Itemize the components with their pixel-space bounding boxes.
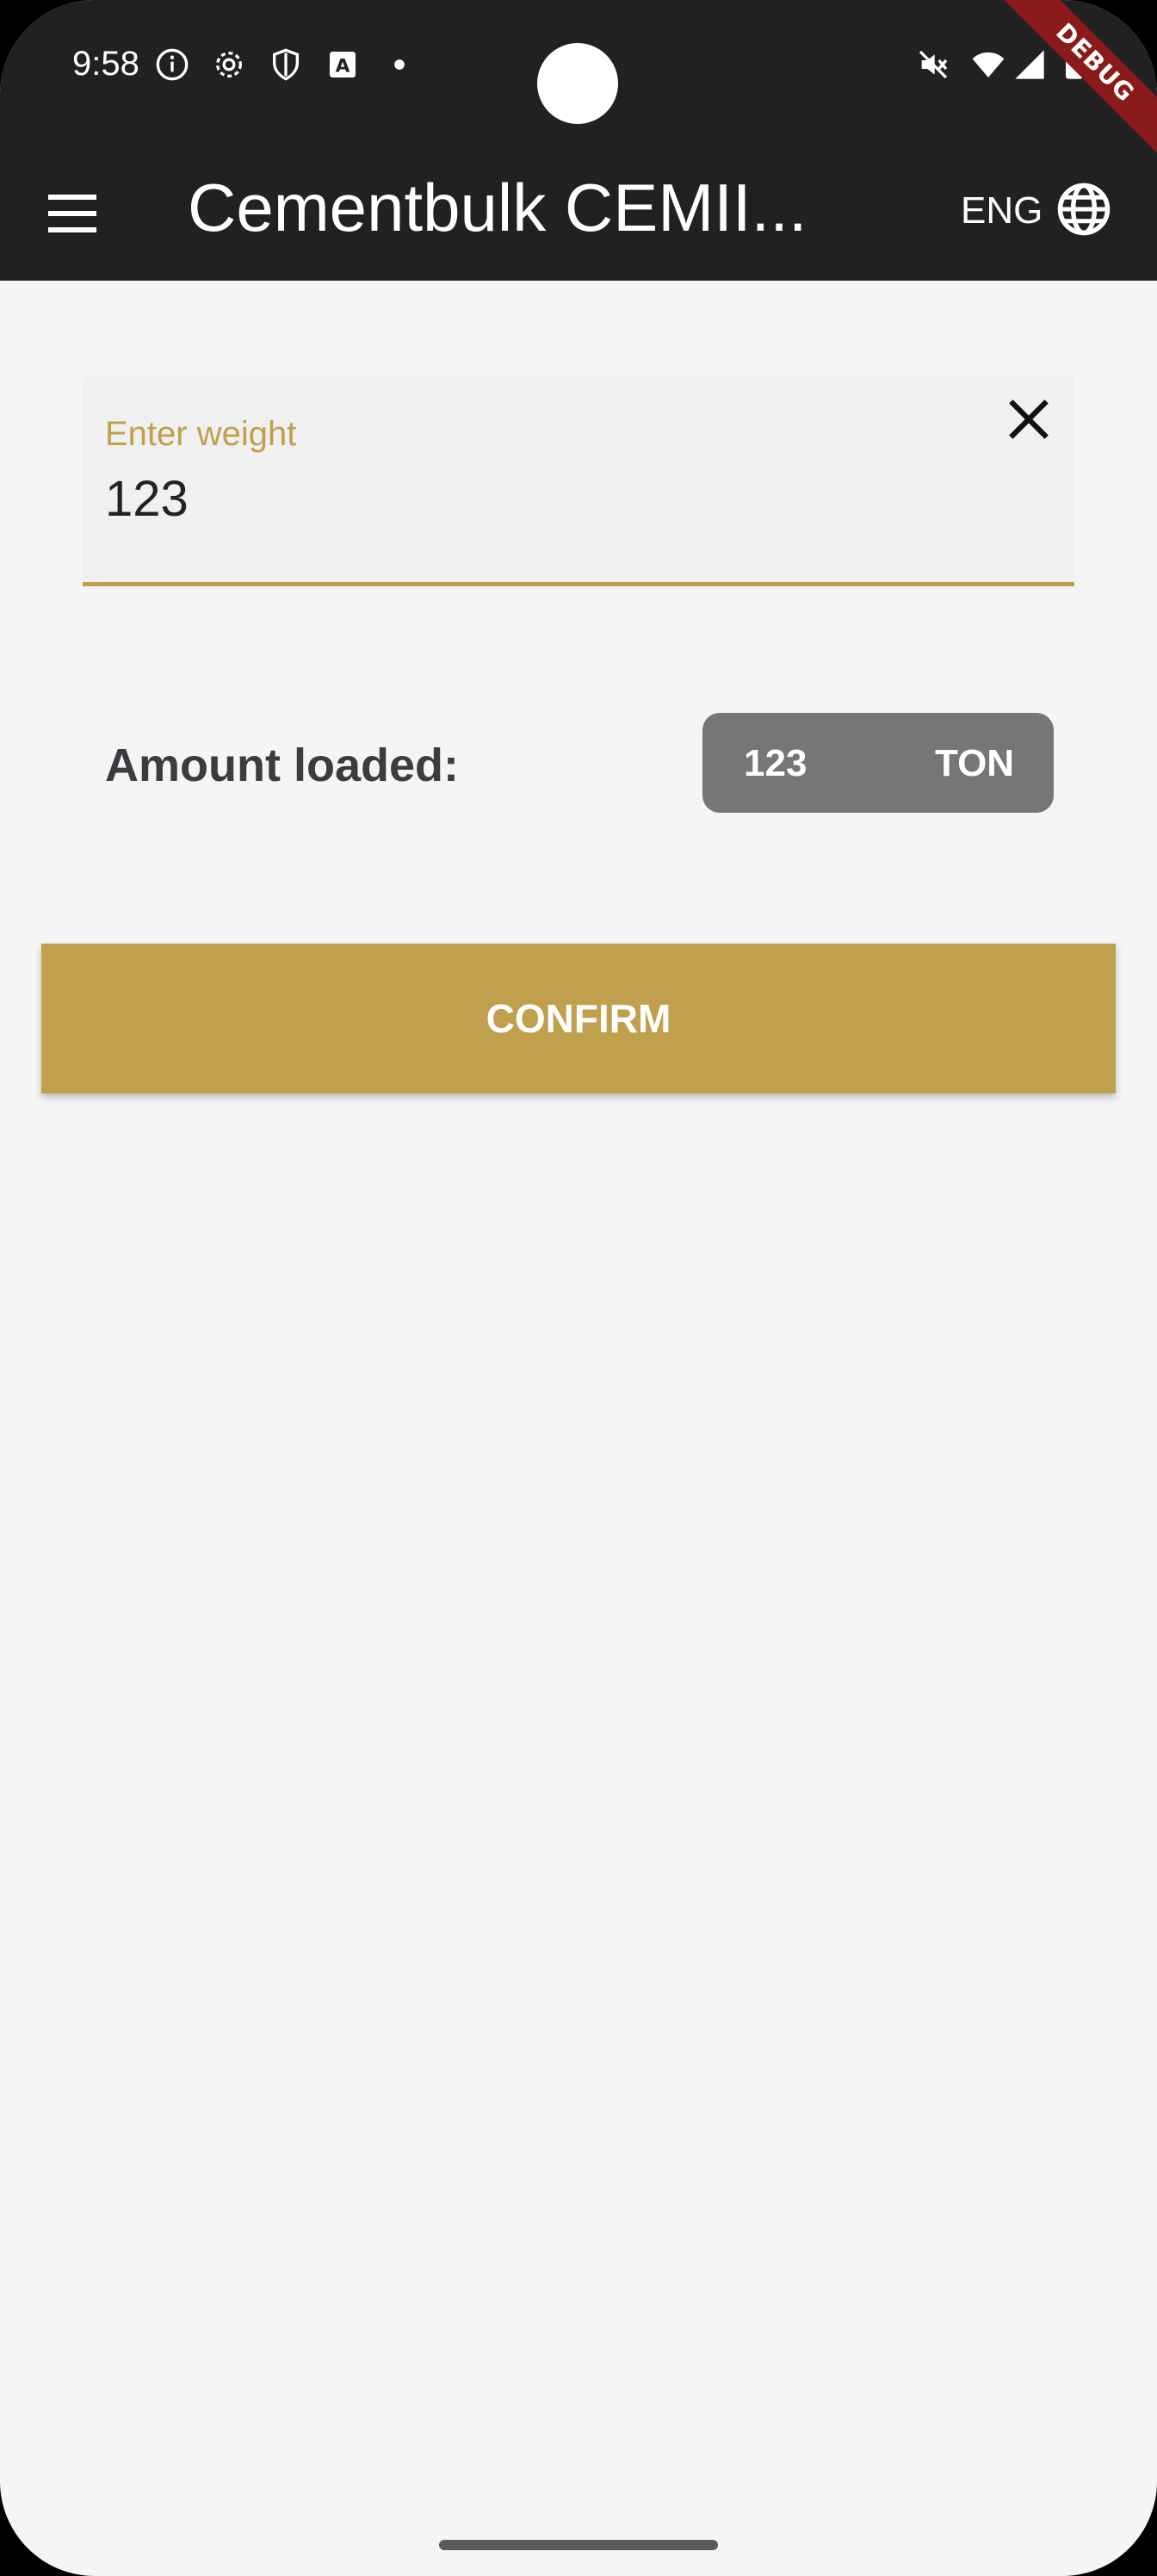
- svg-text:A: A: [336, 55, 350, 77]
- weight-input[interactable]: Enter weight 123: [83, 375, 1074, 586]
- amount-loaded-label: Amount loaded:: [105, 740, 459, 791]
- globe-icon[interactable]: [1055, 181, 1112, 238]
- status-bar: 9:58 A DEBUG: [0, 0, 1157, 157]
- home-indicator[interactable]: [439, 2540, 718, 2550]
- a-icon: A: [330, 52, 356, 77]
- mute-icon: [919, 50, 948, 79]
- app-bar: Cementbulk CEMII... ENG: [0, 146, 1157, 281]
- weight-input-label: Enter weight: [105, 415, 297, 453]
- amount-value: 123: [744, 742, 807, 784]
- signal-icon: [1015, 50, 1044, 79]
- menu-icon[interactable]: [48, 195, 96, 232]
- confirm-button[interactable]: CONFIRM: [41, 944, 1116, 1093]
- weight-input-value[interactable]: 123: [105, 470, 189, 528]
- dot-icon: [394, 59, 405, 70]
- settings-icon: [216, 52, 242, 77]
- app-screen: 9:58 A DEBUG Cementbulk CEMII... ENG Ent…: [0, 0, 1157, 2576]
- language-label[interactable]: ENG: [961, 189, 1043, 232]
- close-icon[interactable]: [1002, 393, 1055, 446]
- camera-cutout: [537, 43, 618, 124]
- amount-badge: 123 TON: [702, 713, 1054, 813]
- page-title: Cementbulk CEMII...: [188, 170, 807, 245]
- wifi-icon: [972, 52, 1005, 77]
- status-time: 9:58: [72, 45, 139, 83]
- shield-icon: [273, 48, 299, 81]
- amount-unit: TON: [935, 742, 1015, 784]
- info-icon: [156, 48, 189, 81]
